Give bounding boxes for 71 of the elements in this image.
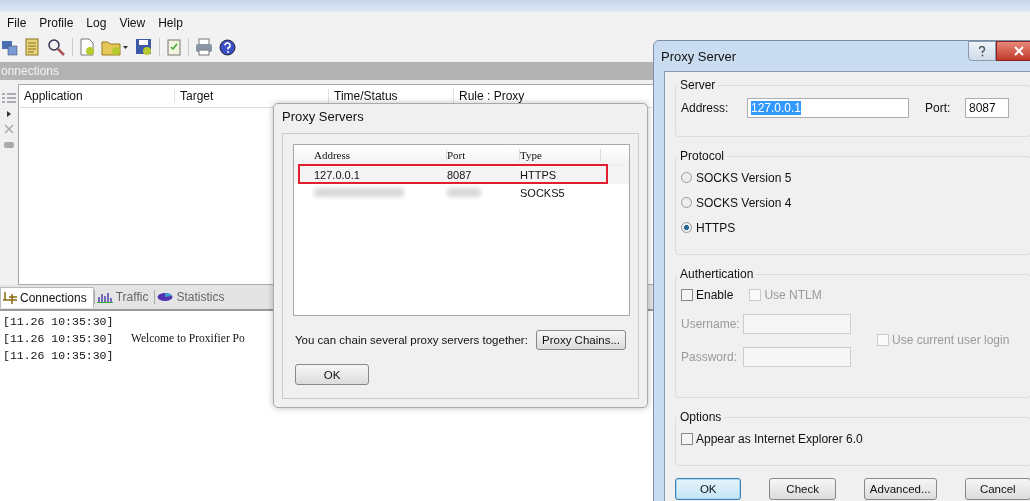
ok-button[interactable]: OK <box>295 364 369 385</box>
help-icon <box>978 45 986 57</box>
close-icon[interactable] <box>4 124 14 134</box>
address-cell-text: 127.0.0.1 <box>313 169 361 181</box>
dialog-button[interactable]: Advanced... <box>863 478 937 500</box>
radio-button[interactable] <box>681 172 692 183</box>
checkbox-label[interactable]: Appear as Internet Explorer 6.0 <box>696 431 863 446</box>
checkbox[interactable] <box>681 432 693 445</box>
field-label: Port: <box>925 101 952 115</box>
log-time: [11.26 10:35:30] <box>3 349 115 364</box>
password-field[interactable] <box>743 346 851 367</box>
field-label: Username: <box>681 316 741 331</box>
new-document-icon[interactable] <box>79 38 95 56</box>
clipboard-icon[interactable] <box>166 38 182 56</box>
bar-chart-icon <box>96 291 113 303</box>
help-icon[interactable] <box>219 38 236 56</box>
radio-button[interactable] <box>681 197 692 208</box>
log-time: [11.26 10:35:30] <box>3 332 115 347</box>
field-label: Password: <box>681 349 739 364</box>
port-field[interactable]: 8087 <box>965 98 1009 118</box>
checkbox-label[interactable]: Enable <box>696 288 734 302</box>
column-header[interactable]: Address <box>294 149 447 161</box>
panel-title: onnections <box>1 64 60 78</box>
column-header[interactable]: Port <box>447 149 520 161</box>
list-icon[interactable] <box>2 92 16 104</box>
dialog-button[interactable]: OK <box>675 478 742 500</box>
proxy-chains-button[interactable]: Proxy Chains... <box>536 330 626 350</box>
menu-item[interactable]: Log <box>82 16 116 30</box>
log-time: [11.26 10:35:30] <box>3 315 115 330</box>
chain-hint: You can chain several proxy servers together: <box>295 334 528 346</box>
dialog-title: Proxy Servers <box>281 108 365 126</box>
redacted-text <box>447 188 481 197</box>
help-button[interactable] <box>968 41 996 61</box>
notes-icon[interactable] <box>24 38 40 56</box>
type-cell-text: HTTPS <box>520 169 558 181</box>
tab[interactable]: Traffic <box>94 287 155 307</box>
tab[interactable]: Statistics <box>155 287 231 307</box>
close-button[interactable] <box>996 41 1030 61</box>
group-label: Authertication <box>679 267 755 281</box>
close-icon <box>1014 46 1024 56</box>
printer-icon[interactable] <box>195 38 213 56</box>
menu-item[interactable]: View <box>115 16 155 30</box>
radio-label[interactable]: SOCKS Version 5 <box>696 170 792 185</box>
folder-icon[interactable] <box>101 38 129 56</box>
dialog-button[interactable]: Check <box>769 478 836 500</box>
field-label: Address: <box>681 101 730 115</box>
menu-item[interactable]: File <box>3 16 36 30</box>
column-header[interactable]: Type <box>520 149 601 161</box>
proxy-row[interactable]: SOCKS5 <box>294 184 629 202</box>
type-cell-text: SOCKS5 <box>520 187 566 199</box>
column-header[interactable]: Application <box>19 89 175 103</box>
network-icon <box>3 291 17 304</box>
group-label: Protocol <box>679 149 726 163</box>
dialog-title: Proxy Server <box>661 48 737 64</box>
menu-item[interactable]: Profile <box>35 16 83 30</box>
save-icon[interactable] <box>135 38 153 56</box>
menu-item[interactable]: Help <box>154 16 192 30</box>
search-icon[interactable] <box>46 38 66 56</box>
computer-icon[interactable] <box>0 38 18 56</box>
radio-label[interactable]: SOCKS Version 4 <box>696 195 792 210</box>
checkbox[interactable] <box>681 289 693 301</box>
tab[interactable]: Connections <box>0 286 94 308</box>
dialog-button[interactable]: Cancel <box>964 478 1030 500</box>
port-cell-text: 8087 <box>447 169 473 181</box>
radio-label[interactable]: HTTPS <box>696 220 736 235</box>
log-message: Welcome to Proxifier Po <box>131 332 245 346</box>
pie-chart-icon <box>157 292 174 302</box>
radio-button[interactable] <box>681 222 692 233</box>
play-icon[interactable] <box>6 110 12 118</box>
group-label: Options <box>679 410 723 424</box>
group-label: Server <box>679 78 717 92</box>
